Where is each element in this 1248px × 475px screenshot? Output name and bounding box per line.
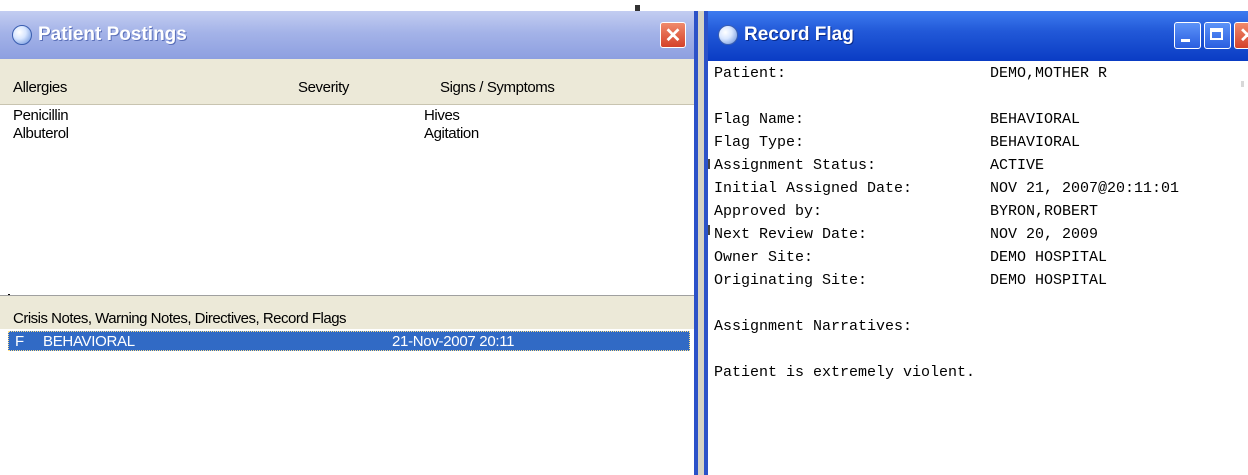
record-flag-title: Record Flag	[744, 24, 854, 45]
column-header-signs-symptoms[interactable]: Signs / Symptoms	[440, 79, 555, 96]
column-header-severity[interactable]: Severity	[298, 79, 349, 96]
field-value-flag-name: BEHAVIORAL	[990, 111, 1081, 128]
field-label-initial-assigned-date: Initial Assigned Date:	[714, 180, 913, 197]
field-label-approved-by: Approved by:	[714, 203, 823, 220]
field-value-originating-site: DEMO HOSPITAL	[990, 272, 1108, 289]
assignment-narrative-text: Patient is extremely violent.	[714, 364, 976, 381]
scrollbar[interactable]	[1241, 81, 1244, 87]
field-value-next-review-date: NOV 20, 2009	[990, 226, 1099, 243]
field-label-originating-site: Originating Site:	[714, 272, 868, 289]
field-label-owner-site: Owner Site:	[714, 249, 814, 266]
window-app-icon	[12, 25, 32, 45]
field-label-flag-name: Flag Name:	[714, 111, 805, 128]
field-value-flag-type: BEHAVIORAL	[990, 134, 1081, 151]
maximize-button[interactable]	[1204, 22, 1231, 49]
field-value-assignment-status: ACTIVE	[990, 157, 1045, 174]
allergy-signs: Agitation	[424, 125, 479, 142]
minimize-button[interactable]	[1174, 22, 1201, 49]
allergy-name: Penicillin	[13, 107, 69, 124]
notes-header: Crisis Notes, Warning Notes, Directives,…	[0, 301, 694, 329]
patient-postings-window: Patient Postings ✕ Allergies Severity Si…	[0, 11, 698, 475]
field-value-initial-assigned-date: NOV 21, 2007@20:11:01	[990, 180, 1180, 197]
field-label-assignment-status: Assignment Status:	[714, 157, 877, 174]
edge-tick	[708, 225, 710, 235]
allergy-signs: Hives	[424, 107, 460, 124]
field-value-patient: DEMO,MOTHER R	[990, 65, 1108, 82]
record-flag-titlebar[interactable]: Record Flag ✕	[708, 11, 1248, 61]
note-date: 21-Nov-2007 20:11	[392, 333, 515, 350]
edge-tick	[708, 159, 710, 169]
list-item-selected[interactable]: F BEHAVIORAL 21-Nov-2007 20:11	[8, 331, 690, 351]
field-value-owner-site: DEMO HOSPITAL	[990, 249, 1108, 266]
note-type: F	[15, 333, 24, 350]
window-app-icon	[718, 25, 738, 45]
note-name: BEHAVIORAL	[43, 333, 135, 350]
field-value-approved-by: BYRON,ROBERT	[990, 203, 1099, 220]
patient-postings-titlebar[interactable]: Patient Postings ✕	[0, 11, 694, 59]
patient-postings-title: Patient Postings	[38, 24, 187, 45]
field-label-patient: Patient:	[714, 65, 787, 82]
desktop: Patient Postings ✕ Allergies Severity Si…	[0, 0, 1248, 475]
record-flag-window: Record Flag ✕ Patient: DEMO,MOTHER R Fla…	[704, 11, 1248, 475]
column-header-allergies[interactable]: Allergies	[13, 79, 67, 96]
field-label-next-review-date: Next Review Date:	[714, 226, 868, 243]
field-label-flag-type: Flag Type:	[714, 134, 805, 151]
notes-header-label: Crisis Notes, Warning Notes, Directives,…	[13, 310, 347, 327]
allergy-name: Albuterol	[13, 125, 69, 142]
close-button[interactable]: ✕	[1234, 22, 1248, 49]
assignment-narratives-label: Assignment Narratives:	[714, 318, 913, 335]
allergies-column-header: Allergies Severity Signs / Symptoms	[0, 59, 694, 105]
close-button[interactable]: ✕	[660, 22, 686, 48]
